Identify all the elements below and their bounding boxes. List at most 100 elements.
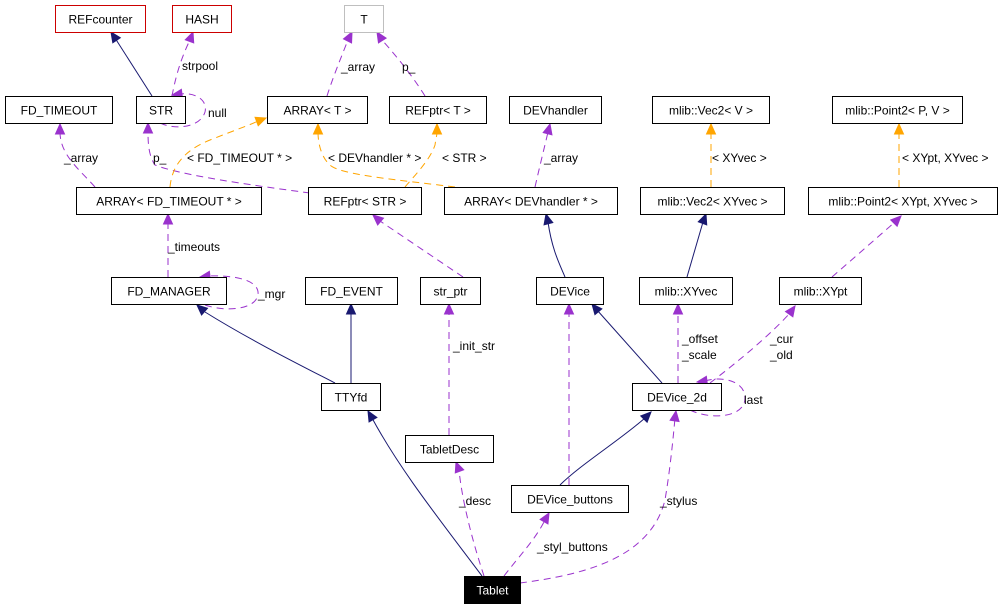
arrowhead-device-buttons-to-device-2d [563, 302, 575, 315]
edge-label-fd-manager-to-array-fdt: _timeouts [167, 240, 220, 254]
node-label: FD_MANAGER [127, 285, 211, 299]
edge-label-tabletdesc-to-str-ptr: _init_str [452, 339, 495, 353]
edge-label-tablet-to-tabletdesc: _desc [458, 494, 491, 508]
edge-tablet-to-tabletdesc [458, 469, 485, 577]
edge-label-refptr-t-to-t: p_ [402, 60, 416, 74]
arrowhead-array-fdt-to-fd-timeout [54, 122, 66, 135]
edge-label-fd-manager-to-fd-manager: _mgr [257, 287, 285, 301]
arrowhead-tablet-to-device-buttons [539, 511, 550, 525]
node-array-fdt[interactable]: ARRAY< FD_TIMEOUT * > [76, 187, 262, 215]
node-label: REFcounter [68, 13, 132, 27]
node-label: FD_EVENT [320, 285, 383, 299]
edge-label-device-2d-to-xypt: _old [769, 348, 793, 362]
node-devhandler[interactable]: DEVhandler [509, 96, 602, 124]
edge-device-to-array-devh [379, 220, 464, 278]
edge-label-device-2d-to-xypt: _cur [769, 332, 793, 346]
edge-label-str-to-hash: strpool [182, 59, 218, 73]
node-fd-manager[interactable]: FD_MANAGER [111, 277, 227, 305]
edge-xypt-to-point2-xy [686, 221, 704, 278]
node-refptr-t[interactable]: REFptr< T > [389, 96, 487, 124]
node-label: REFptr< STR > [324, 195, 407, 209]
node-label: T [360, 13, 368, 27]
arrowhead-ttyfd-to-fd-manager [889, 215, 902, 228]
node-label: ARRAY< DEVhandler * > [464, 195, 598, 209]
nodes-layer: REFcounter HASH T FD_TIMEOUT STR ARRAY< T > RE… [5, 5, 998, 604]
node-point2-pv[interactable]: mlib::Point2< P, V > [832, 96, 963, 124]
arrowhead-array-fdt-to-array-t [254, 116, 268, 127]
arrowhead-refptr-str-to-str [142, 121, 154, 134]
arrowhead-refptr-str-to-refptr-t [431, 122, 443, 135]
node-str-ptr[interactable]: str_ptr [420, 277, 481, 305]
node-xyvec[interactable]: mlib::XYvec [639, 277, 733, 305]
edge-label-array-t-to-t: _array [340, 60, 375, 74]
edge-str-ptr-to-refptr-str [204, 311, 336, 384]
arrowhead-device-2d-to-xypt [784, 305, 796, 318]
node-label: STR [149, 104, 173, 118]
node-label: HASH [185, 13, 218, 27]
edge-label-array-devh-to-array-t: < DEVhandler * > [328, 151, 421, 165]
arrowhead-device-2d-to-xyvec [672, 302, 684, 315]
node-xypt[interactable]: mlib::XYpt [779, 277, 862, 305]
node-label: REFptr< T > [405, 104, 471, 118]
collaboration-diagram: strpool null _array p_ _array p_ < FD_TIMEOUT … [5, 5, 998, 604]
edge-ttyfd-to-fd-manager [831, 221, 896, 278]
node-array-devh[interactable]: ARRAY< DEVhandler * > [444, 187, 618, 215]
node-label: Tablet [476, 584, 509, 598]
arrowhead-device-to-array-devh [372, 214, 385, 226]
node-point2-xy[interactable]: mlib::Point2< XYpt, XYvec > [808, 187, 998, 215]
node-tabletdesc[interactable]: TabletDesc [405, 435, 494, 463]
node-hash[interactable]: HASH [172, 5, 232, 33]
arrowhead-refptr-t-to-t [376, 30, 388, 44]
edge-label-str-to-str: null [208, 106, 227, 120]
edge-label-refptr-str-to-str: p_ [153, 151, 167, 165]
node-refcounter[interactable]: REFcounter [55, 5, 146, 33]
node-label: DEVice_buttons [527, 493, 613, 507]
node-label: TTYfd [335, 391, 368, 405]
edge-device-buttons-to-device [559, 417, 646, 486]
node-label: DEVice [550, 285, 590, 299]
arrowhead-str-to-refcounter [110, 30, 122, 44]
node-tablet[interactable]: Tablet [464, 576, 521, 604]
node-vec2-xyvec[interactable]: mlib::Vec2< XYvec > [640, 187, 785, 215]
node-label: TabletDesc [420, 443, 479, 457]
edge-label-tablet-to-device-buttons: _styl_buttons [536, 540, 608, 554]
arrowhead-str-ptr-to-refptr-str [196, 304, 209, 316]
arrowhead-ttyfd-to-fd-event [345, 302, 357, 315]
node-label: mlib::Point2< P, V > [845, 104, 950, 118]
edge-label-vec2-xyvec-to-vec2-v: < XYvec > [712, 151, 767, 165]
node-label: str_ptr [433, 285, 467, 299]
edge-label-array-devh-to-devhandler: _array [543, 151, 578, 165]
arrowhead-array-devh-to-devhandler [542, 122, 553, 136]
node-str[interactable]: STR [136, 96, 186, 124]
arrowhead-xypt-to-point2-xy [697, 212, 708, 226]
node-label: mlib::XYpt [794, 285, 848, 299]
edge-label-point2-xy-to-point2-pv: < XYpt, XYvec > [902, 151, 989, 165]
edge-label-tablet-to-device-2d: _stylus [659, 494, 697, 508]
arrowhead-xyvec-to-vec2-xyvec [543, 212, 554, 226]
node-label: mlib::Point2< XYpt, XYvec > [828, 195, 977, 209]
edge-label-array-fdt-to-fd-timeout: _array [63, 151, 98, 165]
node-fd-event[interactable]: FD_EVENT [305, 277, 398, 305]
node-refptr-str[interactable]: REFptr< STR > [308, 187, 422, 215]
node-label: mlib::Vec2< V > [669, 104, 753, 118]
arrowhead-fd-manager-to-array-fdt [162, 212, 174, 225]
node-fd-timeout[interactable]: FD_TIMEOUT [5, 96, 113, 124]
node-label: DEVhandler [523, 104, 588, 118]
node-array-t[interactable]: ARRAY< T > [267, 96, 368, 124]
node-device[interactable]: DEVice [536, 277, 604, 305]
arrowhead-str-to-hash [184, 30, 195, 44]
node-device-2d[interactable]: DEVice_2d [632, 383, 722, 411]
edge-label-refptr-str-to-refptr-t: < STR > [442, 151, 487, 165]
arrowhead-tablet-to-device-2d [669, 409, 680, 423]
node-label: ARRAY< FD_TIMEOUT * > [96, 195, 242, 209]
edge-str-to-refcounter [114, 37, 153, 97]
node-ttyfd[interactable]: TTYfd [321, 383, 381, 411]
edge-label-device-2d-to-xyvec: _offset [681, 332, 718, 346]
arrowhead-tablet-to-tabletdesc [454, 460, 465, 474]
node-vec2-v[interactable]: mlib::Vec2< V > [652, 96, 770, 124]
edge-label-array-fdt-to-array-t: < FD_TIMEOUT * > [187, 151, 292, 165]
node-device-buttons[interactable]: DEVice_buttons [511, 485, 629, 513]
arrowhead-array-t-to-t [342, 30, 353, 44]
edge-device-2d-to-device [596, 309, 663, 384]
node-t[interactable]: T [344, 5, 384, 33]
